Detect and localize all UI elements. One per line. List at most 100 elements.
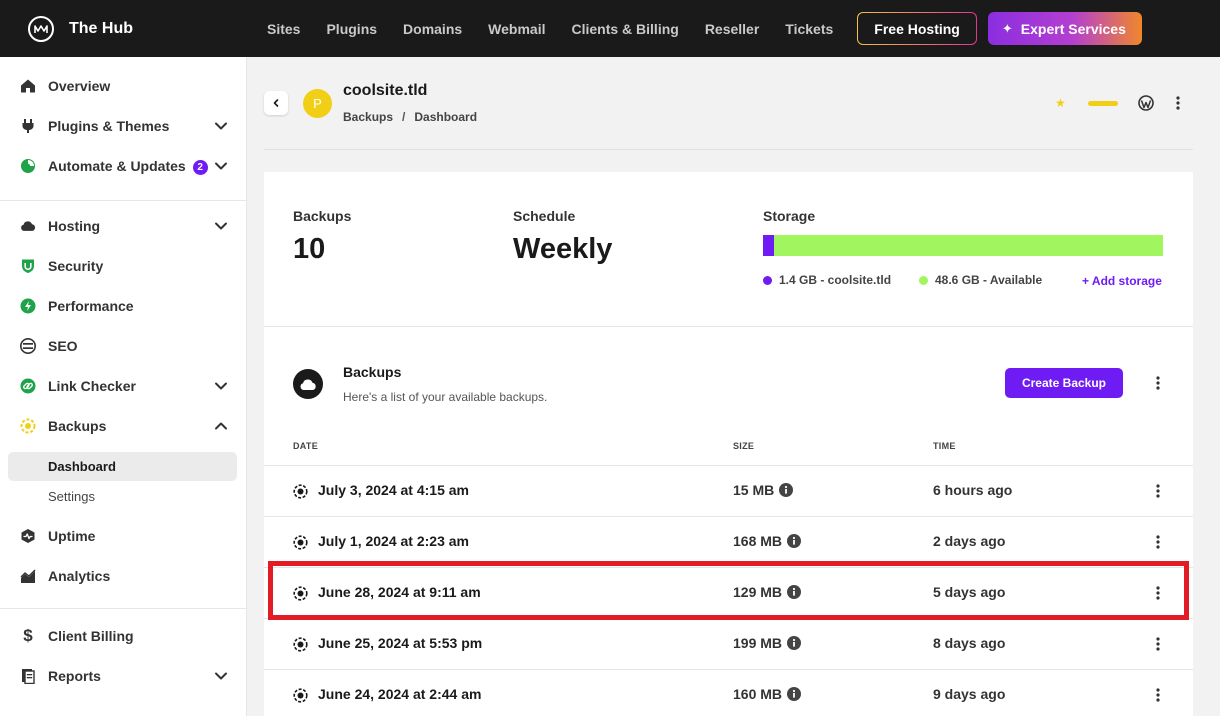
backup-icon	[293, 637, 308, 652]
storage-available-text: 48.6 GB - Available	[935, 273, 1043, 287]
backup-size: 160 MB	[733, 686, 802, 702]
table-row[interactable]: June 24, 2024 at 2:44 am 160 MB 9 days a…	[264, 669, 1193, 716]
sidebar-item-overview[interactable]: Overview	[0, 70, 246, 102]
chevron-down-icon[interactable]	[214, 119, 228, 133]
cloud-icon	[20, 218, 36, 234]
table-row[interactable]: July 3, 2024 at 4:15 am 15 MB 6 hours ag…	[264, 465, 1193, 516]
nav-sites[interactable]: Sites	[267, 21, 300, 37]
more-options-icon[interactable]	[1170, 95, 1186, 111]
info-icon[interactable]	[779, 483, 794, 497]
backup-size-value: 129 MB	[733, 584, 783, 600]
backup-icon	[293, 535, 308, 550]
top-bar: The Hub Sites Plugins Domains Webmail Cl…	[0, 0, 1220, 57]
column-header-size: SIZE	[733, 441, 755, 451]
table-row[interactable]: June 25, 2024 at 5:53 pm 199 MB 8 days a…	[264, 618, 1193, 669]
sidebar-subitem-dashboard[interactable]: Dashboard	[8, 452, 237, 481]
sidebar-item-label: Automate & Updates 2	[48, 158, 208, 175]
plug-icon	[20, 118, 36, 134]
storage-bar	[763, 235, 1163, 256]
sidebar-item-label: Performance	[48, 298, 134, 314]
sidebar-item-performance[interactable]: Performance	[0, 290, 246, 322]
hub-logo-icon	[28, 15, 54, 42]
sidebar-item-client-billing[interactable]: $ Client Billing	[0, 620, 246, 652]
table-row[interactable]: July 1, 2024 at 2:23 am 168 MB 2 days ag…	[264, 516, 1193, 567]
nav-tickets[interactable]: Tickets	[785, 21, 833, 37]
sidebar-item-uptime[interactable]: Uptime	[0, 520, 246, 552]
status-pill	[1088, 101, 1118, 106]
storage-available-legend: 48.6 GB - Available	[919, 273, 1042, 287]
column-header-time: TIME	[933, 441, 956, 451]
reports-icon	[20, 668, 36, 684]
expert-services-button[interactable]: ✦ Expert Services	[987, 12, 1142, 45]
sidebar-item-hosting[interactable]: Hosting	[0, 210, 246, 242]
chevron-up-icon[interactable]	[214, 419, 228, 433]
row-more-options-icon[interactable]	[1150, 687, 1166, 703]
info-icon[interactable]	[787, 687, 802, 701]
free-hosting-button[interactable]: Free Hosting	[857, 12, 977, 45]
sidebar-item-reports[interactable]: Reports	[0, 660, 246, 692]
sidebar-item-security[interactable]: Security	[0, 250, 246, 282]
backup-size-value: 15 MB	[733, 482, 775, 498]
nav-webmail[interactable]: Webmail	[488, 21, 545, 37]
back-button[interactable]	[264, 91, 288, 115]
backup-time: 5 days ago	[933, 584, 1006, 600]
info-icon[interactable]	[787, 585, 802, 599]
chevron-down-icon[interactable]	[214, 669, 228, 683]
sidebar-item-label: Backups	[48, 418, 107, 434]
nav-plugins[interactable]: Plugins	[326, 21, 377, 37]
row-more-options-icon[interactable]	[1150, 636, 1166, 652]
brand-name: The Hub	[69, 19, 133, 37]
sidebar-item-analytics[interactable]: Analytics	[0, 560, 246, 592]
updates-count-badge: 2	[192, 159, 208, 175]
storage-used-fill	[763, 235, 775, 256]
schedule-value: Weekly	[513, 233, 613, 265]
sidebar-item-label: Overview	[48, 78, 111, 94]
table-row[interactable]: June 28, 2024 at 9:11 am 129 MB 5 days a…	[264, 567, 1193, 618]
backup-date: June 24, 2024 at 2:44 am	[318, 686, 482, 702]
sidebar-item-seo[interactable]: SEO	[0, 330, 246, 362]
column-header-date: DATE	[293, 441, 319, 451]
breadcrumb-backups[interactable]: Backups	[343, 110, 393, 124]
sidebar-item-label: Analytics	[48, 568, 111, 584]
nav-clients-billing[interactable]: Clients & Billing	[571, 21, 678, 37]
sidebar-subitem-settings[interactable]: Settings	[8, 482, 237, 511]
chevron-down-icon[interactable]	[214, 159, 228, 173]
sidebar-item-label: SEO	[48, 338, 78, 354]
backup-size: 129 MB	[733, 584, 802, 600]
row-more-options-icon[interactable]	[1150, 483, 1166, 499]
row-more-options-icon[interactable]	[1150, 534, 1166, 550]
storage-used-legend: 1.4 GB - coolsite.tld	[763, 273, 891, 287]
sidebar-item-backups[interactable]: Backups	[0, 410, 246, 442]
brand[interactable]: The Hub	[28, 15, 248, 42]
backup-icon	[293, 688, 308, 703]
star-icon[interactable]: ★	[1055, 96, 1066, 110]
chevron-down-icon[interactable]	[214, 219, 228, 233]
chevron-down-icon[interactable]	[214, 379, 228, 393]
backups-count-value: 10	[293, 233, 326, 265]
sidebar-subitem-label: Settings	[48, 489, 95, 504]
info-icon[interactable]	[787, 534, 802, 548]
link-icon	[20, 378, 36, 394]
section-title: Backups	[343, 364, 402, 380]
sidebar-subitem-label: Dashboard	[48, 459, 116, 474]
row-more-options-icon[interactable]	[1150, 585, 1166, 601]
sidebar-item-label: Client Billing	[48, 628, 134, 644]
create-backup-button[interactable]: Create Backup	[1005, 368, 1123, 398]
add-storage-link[interactable]: + Add storage	[1082, 274, 1162, 288]
site-avatar: P	[303, 89, 332, 118]
storage-used-text: 1.4 GB - coolsite.tld	[779, 273, 892, 287]
more-options-icon[interactable]	[1150, 375, 1166, 391]
wordpress-icon[interactable]	[1138, 95, 1154, 111]
sidebar-item-plugins-themes[interactable]: Plugins & Themes	[0, 110, 246, 142]
sidebar-item-label: Reports	[48, 668, 101, 684]
sidebar-item-label: Plugins & Themes	[48, 118, 170, 134]
sidebar-item-automate-updates[interactable]: Automate & Updates 2	[0, 150, 246, 182]
backup-size-value: 199 MB	[733, 635, 783, 651]
info-icon[interactable]	[787, 636, 802, 650]
sidebar-item-link-checker[interactable]: Link Checker	[0, 370, 246, 402]
sidebar-item-text: Automate & Updates	[48, 157, 186, 174]
nav-reseller[interactable]: Reseller	[705, 21, 759, 37]
backup-size-value: 160 MB	[733, 686, 783, 702]
backups-card: Backups 10 Schedule Weekly Storage 1.4 G…	[264, 172, 1193, 716]
nav-domains[interactable]: Domains	[403, 21, 462, 37]
